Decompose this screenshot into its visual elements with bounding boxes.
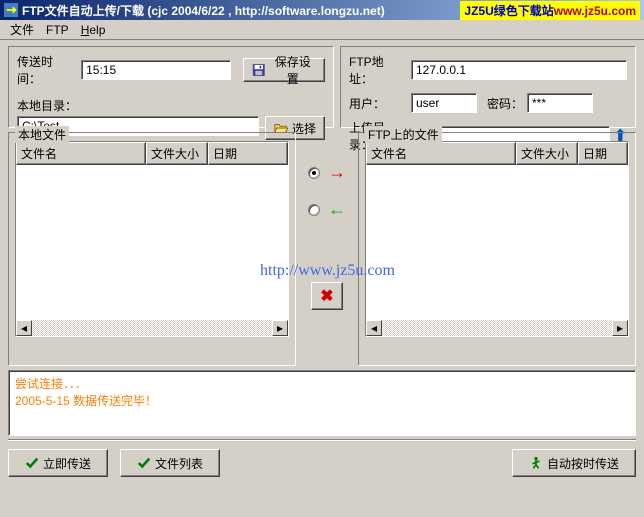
ftp-settings-panel: FTP地址： 用户： 密码： 上传目录： ⬆ [340, 46, 636, 128]
scrollbar[interactable]: ◂ ▸ [16, 320, 288, 336]
x-icon: ✖ [320, 286, 333, 306]
col-date[interactable]: 日期 [208, 142, 288, 165]
ftp-user-label: 用户： [349, 95, 407, 112]
window-title: FTP文件自动上传/下载 (cjc 2004/6/22 , http://sof… [22, 2, 460, 19]
menu-ftp[interactable]: FTP [40, 21, 75, 39]
time-label: 传送时间： [17, 53, 75, 87]
ftp-files-legend: FTP上的文件 [365, 126, 442, 143]
ftp-list-header: 文件名 文件大小 日期 [366, 142, 628, 165]
file-list-button[interactable]: 文件列表 [120, 449, 220, 477]
local-list-header: 文件名 文件大小 日期 [16, 142, 288, 165]
delete-button[interactable]: ✖ [311, 282, 343, 310]
scroll-right-icon[interactable]: ▸ [612, 320, 628, 336]
log-line: 尝试连接．．． [15, 375, 629, 392]
ftp-files-fieldset: FTP上的文件 文件名 文件大小 日期 ◂ ▸ [358, 132, 636, 366]
scroll-right-icon[interactable]: ▸ [272, 320, 288, 336]
local-list-body[interactable] [16, 165, 288, 320]
local-files-fieldset: 本地文件 文件名 文件大小 日期 ◂ ▸ [8, 132, 296, 366]
arrow-left-icon: ← [328, 199, 346, 220]
arrow-right-icon: → [328, 162, 346, 183]
menubar: 文件 FTP Help [0, 20, 644, 40]
bottom-toolbar: 立即传送 文件列表 自动按时传送 [8, 440, 636, 477]
auto-send-button[interactable]: 自动按时传送 [512, 449, 636, 477]
check-icon [137, 456, 151, 470]
menu-help[interactable]: Help [75, 21, 112, 39]
ftp-pass-input[interactable] [527, 93, 593, 113]
scroll-left-icon[interactable]: ◂ [366, 320, 382, 336]
local-files-list[interactable]: 文件名 文件大小 日期 ◂ ▸ [15, 141, 289, 337]
ftp-user-input[interactable] [411, 93, 477, 113]
col-name[interactable]: 文件名 [366, 142, 516, 165]
scroll-left-icon[interactable]: ◂ [16, 320, 32, 336]
check-icon [25, 456, 39, 470]
person-run-icon [529, 456, 543, 470]
col-date[interactable]: 日期 [578, 142, 628, 165]
col-size[interactable]: 文件大小 [516, 142, 578, 165]
log-panel: 尝试连接．．． 2005-5-15 数据传送完毕！ [8, 370, 636, 436]
ftp-addr-input[interactable] [411, 60, 627, 80]
ftp-pass-label: 密码： [487, 95, 523, 112]
save-icon [252, 63, 266, 77]
transfer-controls: → ← ✖ [300, 132, 354, 366]
log-line: 2005-5-15 数据传送完毕！ [15, 392, 629, 409]
col-name[interactable]: 文件名 [16, 142, 146, 165]
ftp-list-body[interactable] [366, 165, 628, 320]
titlebar: FTP文件自动上传/下载 (cjc 2004/6/22 , http://sof… [0, 0, 644, 20]
col-size[interactable]: 文件大小 [146, 142, 208, 165]
menu-file[interactable]: 文件 [4, 19, 40, 40]
app-icon [4, 3, 18, 17]
promo-banner: JZ5U绿色下载站www.jz5u.com [460, 1, 640, 20]
upload-radio[interactable] [308, 167, 320, 179]
local-dir-label: 本地目录： [17, 97, 325, 114]
download-radio[interactable] [308, 204, 320, 216]
local-settings-panel: 传送时间： 保存设置 本地目录： 选择 [8, 46, 334, 128]
save-settings-button[interactable]: 保存设置 [243, 58, 325, 82]
ftp-files-list[interactable]: 文件名 文件大小 日期 ◂ ▸ [365, 141, 629, 337]
local-files-legend: 本地文件 [15, 126, 69, 143]
send-now-button[interactable]: 立即传送 [8, 449, 108, 477]
time-input[interactable] [81, 60, 231, 80]
ftp-addr-label: FTP地址： [349, 53, 407, 87]
scrollbar[interactable]: ◂ ▸ [366, 320, 628, 336]
